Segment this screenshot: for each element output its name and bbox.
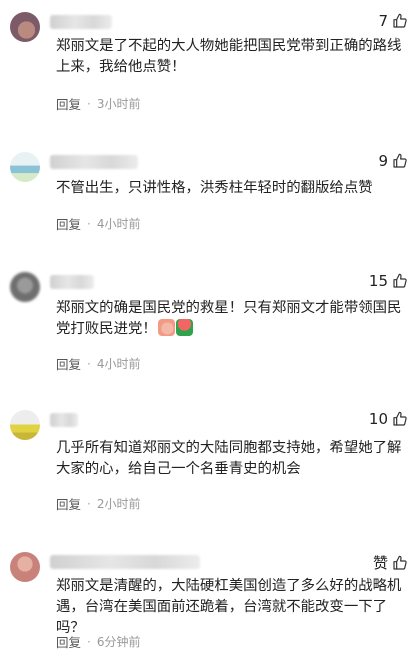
comment-meta: 回复 · 3小时前 [56,94,140,113]
meta-separator: · [87,496,91,511]
meta-separator: · [87,216,91,231]
meta-separator: · [87,356,91,371]
like-button[interactable]: 15 [369,272,408,290]
comment-time: 6分钟前 [96,635,141,649]
comment-text: 郑丽文是了不起的大人物她能把国民党带到正确的路线上来，我给他点赞！ [56,38,402,75]
thumbs-up-icon [393,555,407,570]
like-label: 赞 [372,554,388,572]
username-blurred[interactable] [50,555,200,569]
comment-feed: 7 郑丽文是了不起的大人物她能把国民党带到正确的路线上来，我给他点赞！ 回复 ·… [0,0,418,656]
avatar[interactable] [10,410,40,440]
reply-button[interactable]: 回复 [56,214,81,233]
like-count: 10 [368,410,388,428]
reply-button[interactable]: 回复 [56,632,81,651]
thumbs-up-icon [393,153,407,168]
reply-button[interactable]: 回复 [56,94,81,113]
comment-meta: 回复 · 2小时前 [56,494,140,513]
meta-separator: · [87,634,91,649]
like-button[interactable]: 10 [369,410,408,428]
like-count: 9 [378,152,388,170]
avatar[interactable] [10,152,40,182]
like-count: 7 [378,12,388,30]
thumbs-up-icon [393,273,407,288]
like-button[interactable]: 赞 [373,552,408,573]
comment-meta: 回复 · 6分钟前 [56,632,140,651]
avatar[interactable] [10,12,40,42]
like-button[interactable]: 9 [378,152,408,170]
reply-button[interactable]: 回复 [56,354,81,373]
like-button[interactable]: 7 [378,12,408,30]
comment-text: 郑丽文的确是国民党的救星！只有郑丽文才能带领国民党打败民进党！ [56,298,408,340]
like-count: 15 [368,272,388,290]
username-blurred[interactable] [50,155,138,169]
comment-time: 4小时前 [96,357,141,371]
comment-time: 4小时前 [96,217,141,231]
username-blurred[interactable] [50,413,78,427]
comment-text: 郑丽文是清醒的，大陆硬杠美国创造了多么好的战略机遇，台湾在美国面前还跪着，台湾就… [56,578,402,636]
reply-button[interactable]: 回复 [56,494,81,513]
comment-time: 2小时前 [96,497,141,511]
comment-meta: 回复 · 4小时前 [56,354,140,373]
comment-time: 3小时前 [96,97,141,111]
username-blurred[interactable] [50,15,112,29]
meta-separator: · [87,96,91,111]
watermelon-emoji-icon [175,319,193,336]
thumbs-up-icon [393,411,407,426]
thumbs-up-emoji-icon [157,319,175,336]
username-blurred[interactable] [50,275,94,289]
thumbs-up-icon [393,13,407,28]
avatar[interactable] [10,552,40,582]
avatar[interactable] [10,272,40,302]
comment-text: 几乎所有知道郑丽文的大陆同胞都支持她，希望她了解大家的心，给自己一个名垂青史的机… [56,440,402,477]
comment-text: 不管出生，只讲性格，洪秀柱年轻时的翻版给点赞 [56,180,373,196]
comment-text-body: 郑丽文的确是国民党的救星！只有郑丽文才能带领国民党打败民进党！ [56,300,402,337]
comment-meta: 回复 · 4小时前 [56,214,140,233]
